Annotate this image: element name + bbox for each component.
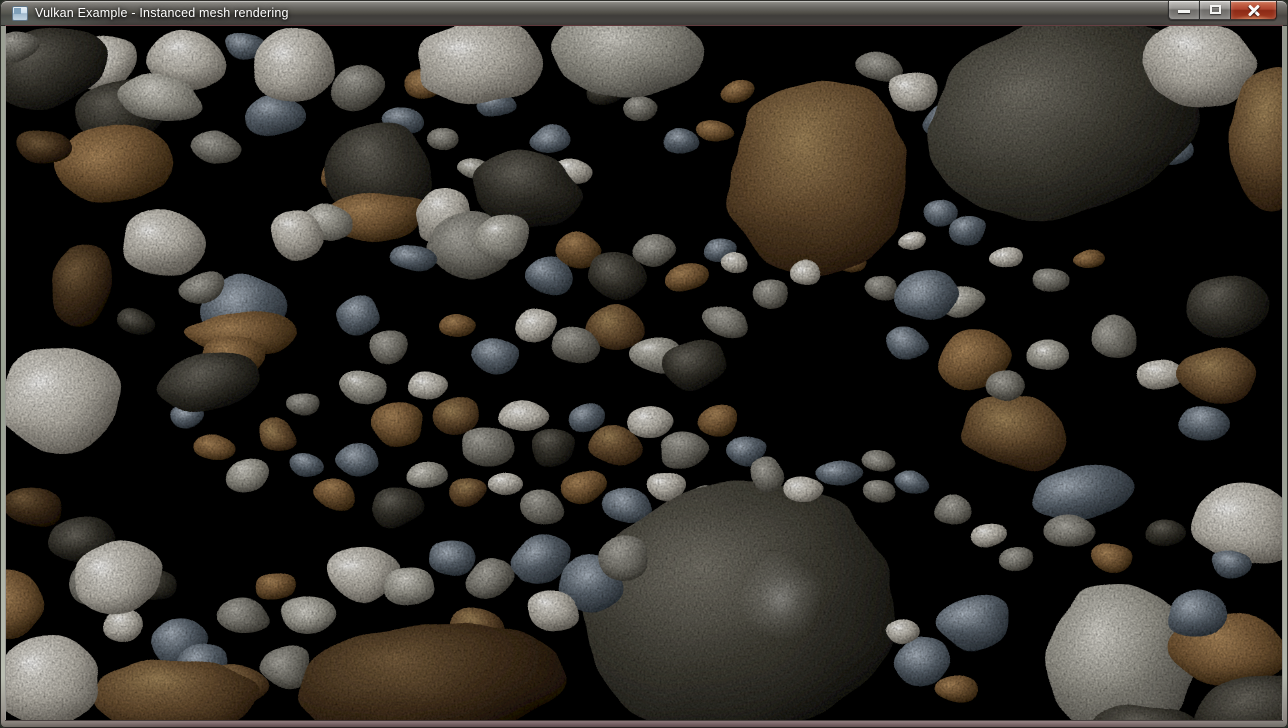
rock-scene-svg	[6, 26, 1282, 720]
window-title: Vulkan Example - Instanced mesh renderin…	[35, 1, 289, 26]
desktop: Vulkan Example - Instanced mesh renderin…	[0, 0, 1288, 728]
render-viewport[interactable]	[6, 26, 1282, 720]
app-icon[interactable]	[12, 6, 28, 21]
close-button[interactable]	[1231, 1, 1277, 20]
minimize-icon	[1178, 10, 1190, 13]
close-icon	[1231, 1, 1276, 19]
maximize-icon	[1210, 5, 1221, 14]
minimize-button[interactable]	[1168, 1, 1199, 20]
maximize-button[interactable]	[1199, 1, 1231, 20]
app-window: Vulkan Example - Instanced mesh renderin…	[0, 0, 1288, 728]
titlebar[interactable]: Vulkan Example - Instanced mesh renderin…	[1, 1, 1287, 26]
caption-buttons	[1168, 1, 1277, 21]
